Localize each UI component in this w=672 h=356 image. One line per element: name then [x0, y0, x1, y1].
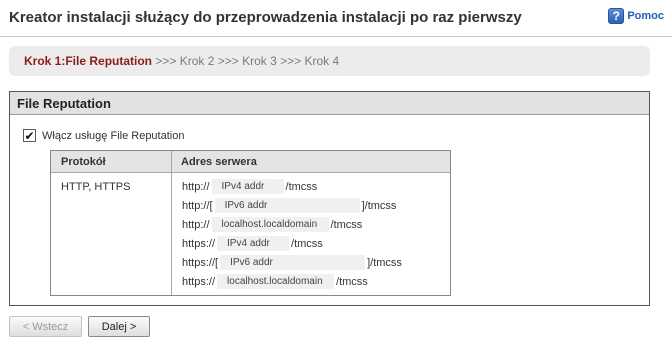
address-row: https:// IPv4 addr /tmcss [182, 234, 402, 253]
server-table-header: Protokół Adres serwera [51, 151, 450, 173]
page-title: Kreator instalacji służący do przeprowad… [9, 9, 522, 26]
address-suffix: /tmcss [285, 180, 318, 193]
address-field: IPv4 addr [211, 179, 284, 194]
address-suffix: /tmcss [330, 218, 363, 231]
address-suffix: /tmcss [336, 275, 368, 288]
address-field: IPv6 addr [214, 198, 360, 213]
protocol-cell: HTTP, HTTPS [51, 173, 172, 295]
address-field: localhost.localdomain [217, 274, 335, 289]
address-prefix: https:// [182, 275, 216, 288]
server-table: Protokół Adres serwera HTTP, HTTPS http:… [50, 150, 451, 296]
wizard-steps: Krok 1:File Reputation >>> Krok 2 >>> Kr… [9, 46, 650, 76]
address-suffix: /tmcss [291, 237, 323, 250]
address-field: IPv4 addr [217, 236, 290, 251]
server-address-list: http:// IPv4 addr /tmcss http://[ IPv6 a… [182, 177, 402, 291]
address-prefix: http://[ [182, 199, 213, 212]
panel-title: File Reputation [10, 92, 649, 115]
address-suffix: ]/tmcss [361, 199, 397, 212]
address-row: http:// IPv4 addr /tmcss [182, 177, 402, 196]
address-row: https://[ IPv6 addr ]/tmcss [182, 253, 402, 272]
checkmark-icon: ✔ [24, 128, 35, 143]
address-field: localhost.localdomain [211, 217, 329, 232]
help-link[interactable]: ? Pomoc [608, 8, 664, 24]
enable-file-reputation-label: Włącz usługę File Reputation [42, 129, 185, 142]
enable-file-reputation-checkbox[interactable]: ✔ [23, 129, 36, 142]
back-button[interactable]: < Wstecz [9, 316, 82, 337]
address-prefix: http:// [182, 180, 210, 193]
file-reputation-panel: File Reputation ✔ Włącz usługę File Repu… [9, 91, 650, 306]
enable-file-reputation-row: ✔ Włącz usługę File Reputation [23, 129, 184, 142]
address-field: IPv6 addr [220, 255, 366, 270]
address-prefix: https://[ [182, 256, 219, 269]
address-suffix: ]/tmcss [367, 256, 402, 269]
address-row: http://[ IPv6 addr ]/tmcss [182, 196, 402, 215]
address-prefix: http:// [182, 218, 210, 231]
column-header-protocol: Protokół [51, 151, 172, 172]
page-header: Kreator instalacji służący do przeprowad… [0, 0, 672, 37]
step-remaining: >>> Krok 2 >>> Krok 3 >>> Krok 4 [152, 54, 340, 68]
column-header-server-address: Adres serwera [181, 156, 257, 168]
question-mark-icon: ? [608, 8, 625, 24]
address-row: https:// localhost.localdomain /tmcss [182, 272, 402, 291]
next-button[interactable]: Dalej > [88, 316, 150, 337]
address-prefix: https:// [182, 237, 216, 250]
help-label: Pomoc [627, 10, 664, 22]
address-row: http:// localhost.localdomain /tmcss [182, 215, 402, 234]
step-current: Krok 1:File Reputation [24, 54, 153, 68]
